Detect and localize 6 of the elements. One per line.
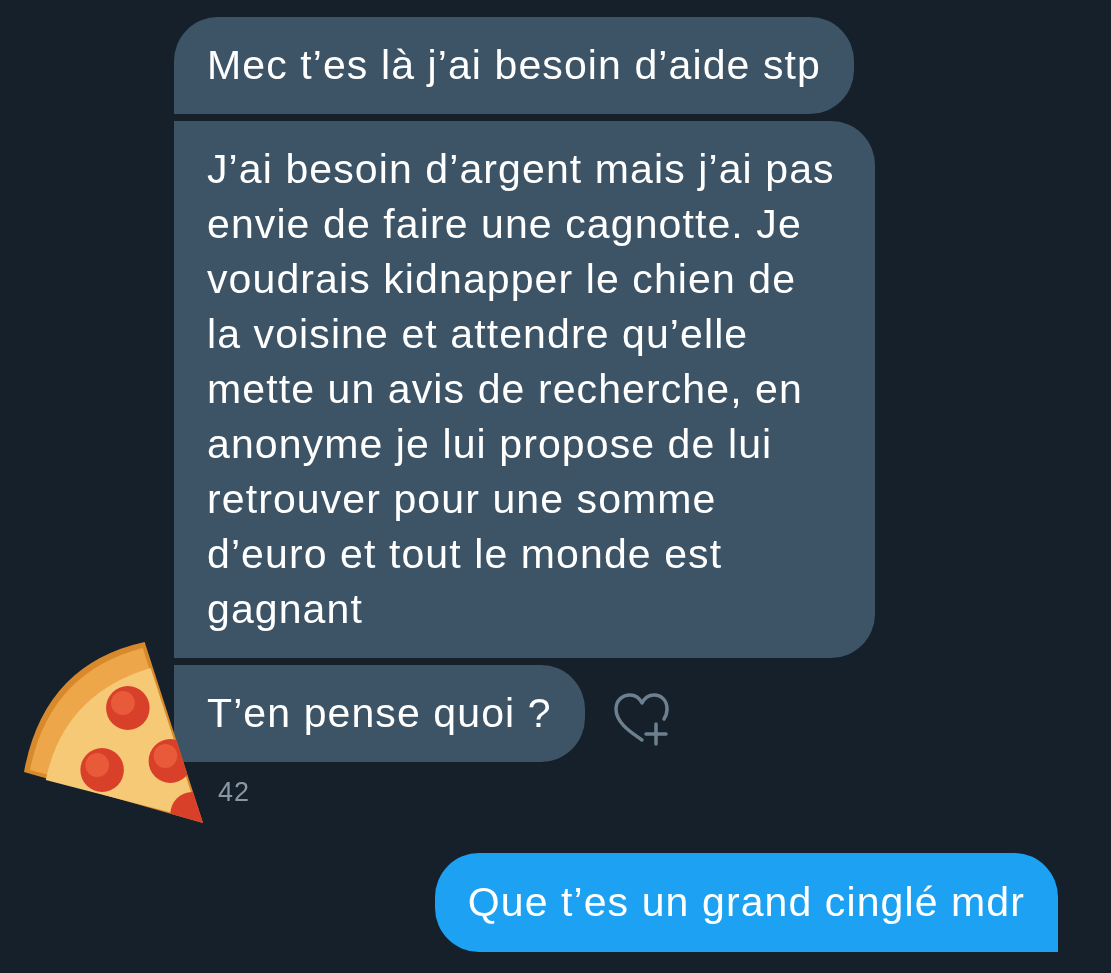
heart-plus-icon[interactable]	[611, 691, 670, 746]
message-bubble: Mec t’es là j’ai besoin d’aide stp	[174, 17, 854, 114]
message-bubble: Que t’es un grand cinglé mdr	[434, 853, 1058, 952]
message-timestamp: 42	[218, 777, 251, 807]
message-bubble: J’ai besoin d’argent mais j’ai pas envie de faire une cagnotte. Je voudrais kidnapper le chien de la voisine et attendre qu’elle mette un avis de recherche, en anonyme je lui propose de lui retrouver pour une somme d’euro et tout le monde est gagnant	[174, 121, 875, 658]
message-bubble: T’en pense quoi ?	[174, 665, 585, 762]
